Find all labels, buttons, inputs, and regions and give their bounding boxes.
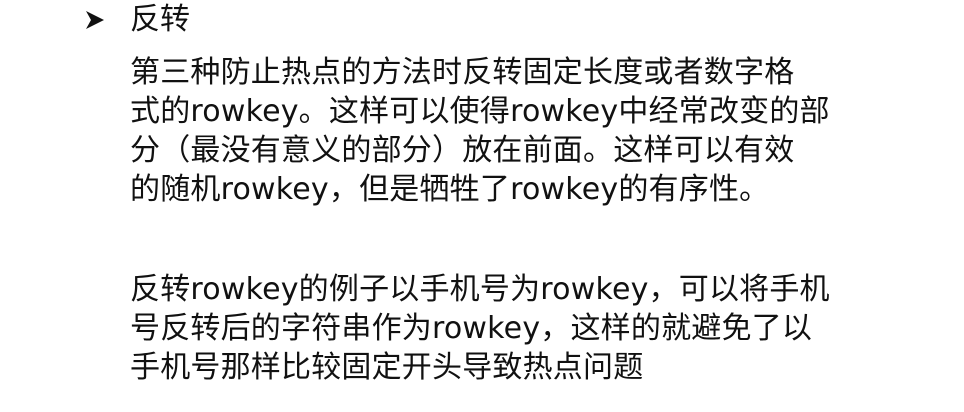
arrow-bullet-icon <box>84 9 106 31</box>
paragraph-line: 第三种防止热点的方法时反转固定长度或者数字格 <box>130 55 795 90</box>
paragraph-line: 分（最没有意义的部分）放在前面。这样可以有效 <box>130 133 795 168</box>
bullet-heading-row: 反转 <box>84 0 190 40</box>
paragraph-reverse-method: 第三种防止热点的方法时反转固定长度或者数字格 式的rowkey。这样可以使得ro… <box>130 53 890 209</box>
paragraph-phone-example: 反转rowkey的例子以手机号为rowkey，可以将手机 号反转后的字符串作为r… <box>130 270 890 387</box>
paragraph-line: 反转rowkey的例子以手机号为rowkey，可以将手机 <box>130 272 830 307</box>
section-heading: 反转 <box>130 2 190 37</box>
slide: { "heading": "反转", "paragraph1": [ "第三种防… <box>0 0 964 412</box>
paragraph-line: 号反转后的字符串作为rowkey，这样的就避免了以 <box>130 311 813 346</box>
paragraph-line: 的随机rowkey，但是牺牲了rowkey的有序性。 <box>130 172 770 207</box>
paragraph-line: 式的rowkey。这样可以使得rowkey中经常改变的部 <box>130 94 830 129</box>
paragraph-line: 手机号那样比较固定开头导致热点问题 <box>130 350 644 385</box>
